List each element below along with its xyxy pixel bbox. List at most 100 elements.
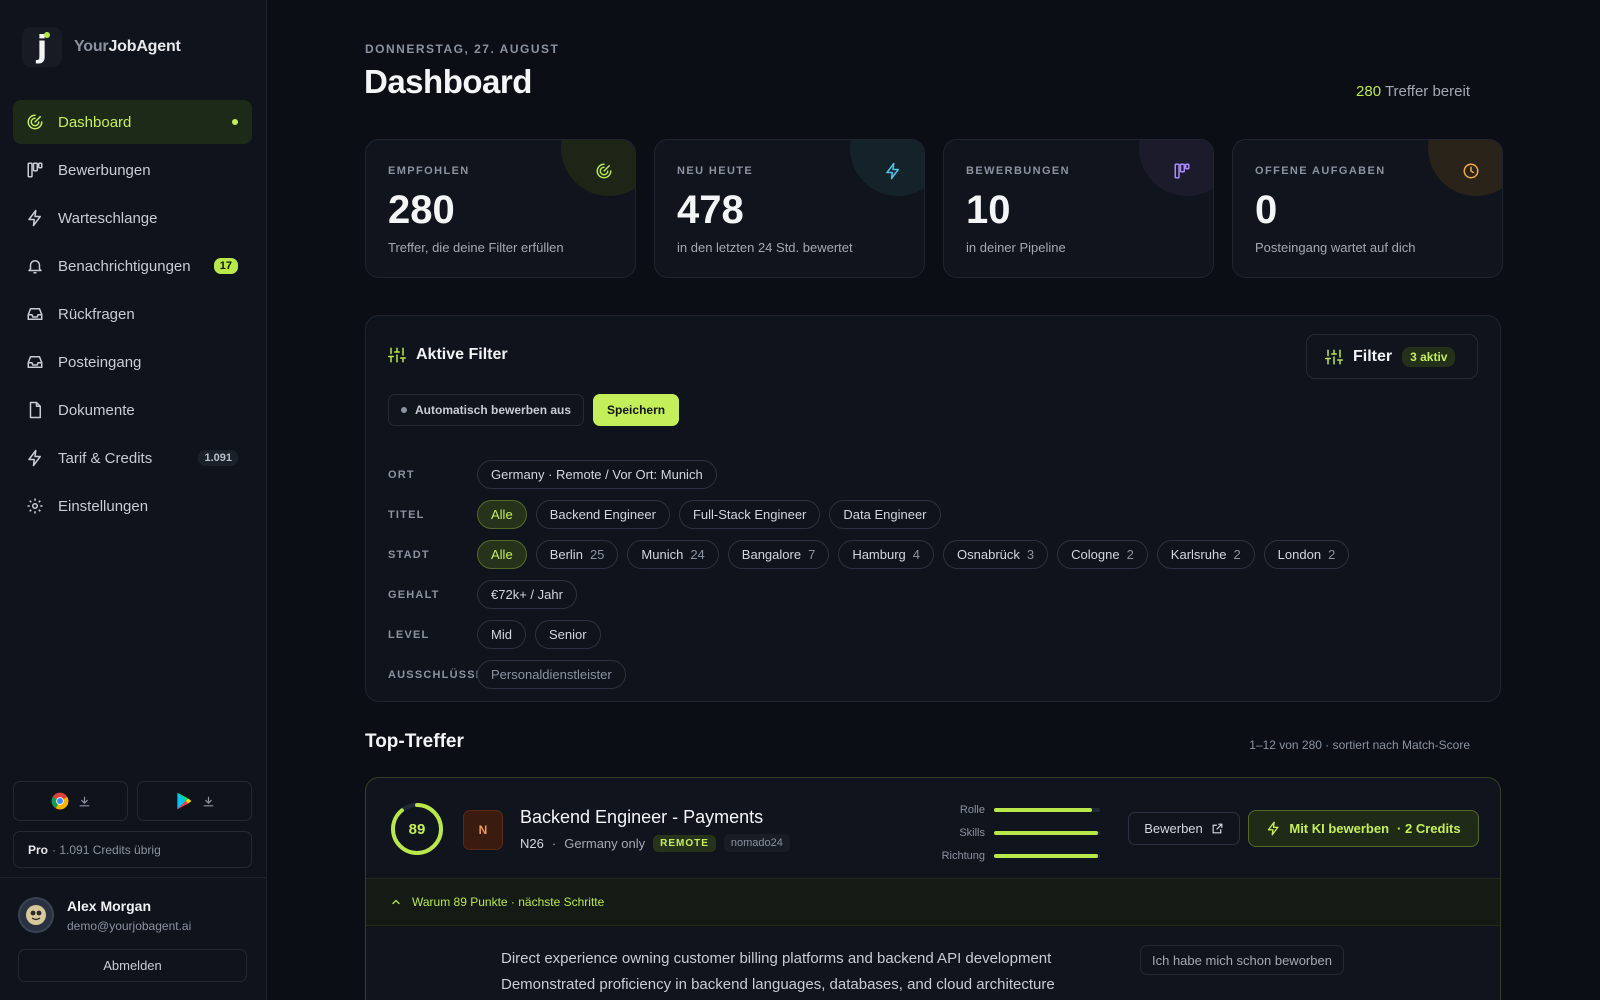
city-chip-munich[interactable]: Munich 24: [627, 540, 719, 569]
filter-chip[interactable]: Germany · Remote / Vor Ort: Munich: [477, 460, 717, 489]
filter-chip[interactable]: Full-Stack Engineer: [678, 500, 821, 529]
save-button[interactable]: Speichern: [593, 394, 680, 426]
city-chip-karlsruhe[interactable]: Karlsruhe 2: [1156, 540, 1255, 569]
sidebar-item-warteschlange[interactable]: Warteschlange: [13, 196, 252, 240]
auto-apply-label: Automatisch bewerben aus: [415, 403, 572, 417]
stat-value: 10: [966, 188, 1011, 232]
filter-chip-all[interactable]: Alle: [477, 500, 527, 529]
sidebar-item-tarif-credits[interactable]: Tarif & Credits 1.091: [13, 436, 252, 480]
sidebar-item-dashboard[interactable]: Dashboard: [13, 100, 252, 144]
sidebar-item-einstellungen[interactable]: Einstellungen: [13, 484, 252, 528]
stat-label: EMPFOHLEN: [388, 165, 470, 177]
sidebar-item-posteingang[interactable]: Posteingang: [13, 340, 252, 384]
stat-label: NEU HEUTE: [677, 165, 754, 177]
sliders-icon: [388, 347, 406, 363]
company-name: N26: [520, 835, 544, 851]
bar-fill: [994, 830, 1098, 835]
city-count: 3: [1026, 547, 1035, 562]
filter-label: TITEL: [388, 508, 425, 521]
bar-track: [994, 807, 1100, 812]
plan-credits-text: · 1.091 Credits übrig: [52, 842, 161, 857]
city-name: Osnabrück: [957, 547, 1020, 562]
city-name: Cologne: [1071, 547, 1120, 562]
sidebar-nav: Dashboard Bewerbungen Warteschlange Bena…: [13, 100, 252, 532]
sidebar-item-rueckfragen[interactable]: Rückfragen: [13, 292, 252, 336]
stat-description: Posteingang wartet auf dich: [1255, 240, 1416, 255]
chrome-extension-download-button[interactable]: [13, 781, 128, 821]
filter-chip[interactable]: Mid: [477, 620, 526, 649]
filter-chip[interactable]: Senior: [534, 620, 601, 649]
plan-credits-summary[interactable]: Pro · 1.091 Credits übrig: [13, 831, 252, 868]
job-title[interactable]: Backend Engineer - Payments: [520, 807, 763, 828]
sidebar-item-label: Warteschlange: [58, 209, 158, 227]
city-chip-hamburg[interactable]: Hamburg 4: [838, 540, 935, 569]
match-bar-rolle: Rolle: [928, 798, 1100, 821]
sidebar-item-bewerbungen[interactable]: Bewerbungen: [13, 148, 252, 192]
city-name: Karlsruhe: [1170, 547, 1227, 562]
download-row: [13, 781, 252, 821]
city-chip-bangalore[interactable]: Bangalore 7: [727, 540, 830, 569]
ai-apply-button[interactable]: Mit KI bewerben · 2 Credits: [1248, 810, 1479, 847]
active-indicator: [232, 119, 238, 125]
stat-card-offene-aufgaben[interactable]: OFFENE AUFGABEN 0 Posteingang wartet auf…: [1232, 139, 1503, 278]
city-chip-london[interactable]: London 2: [1263, 540, 1350, 569]
external-link-icon: [1212, 823, 1223, 834]
stat-value: 280: [388, 188, 455, 232]
chevron-up-icon: [392, 899, 400, 905]
remote-tag: REMOTE: [653, 834, 716, 852]
filter-button[interactable]: Filter 3 aktiv: [1306, 334, 1478, 379]
filter-chip-all[interactable]: Alle: [477, 540, 527, 569]
ready-summary: 280 Treffer bereit: [1356, 83, 1470, 100]
job-card[interactable]: 89 N Backend Engineer - Payments N26 · G…: [365, 777, 1501, 1000]
logout-button[interactable]: Abmelden: [18, 949, 247, 982]
bar-track: [994, 830, 1100, 835]
filter-chip[interactable]: Backend Engineer: [535, 500, 670, 529]
target-icon: [596, 163, 612, 179]
auto-apply-toggle[interactable]: Automatisch bewerben aus: [388, 394, 585, 426]
match-bar-richtung: Richtung: [928, 844, 1100, 867]
job-location: Germany only: [564, 835, 646, 851]
stat-description: in den letzten 24 Std. bewertet: [677, 240, 853, 255]
apply-button[interactable]: Bewerben: [1128, 812, 1240, 845]
gear-icon: [26, 497, 44, 515]
bar-label: Richtung: [941, 849, 985, 862]
city-chip-osnabrueck[interactable]: Osnabrück 3: [943, 540, 1049, 569]
stat-card-neu-heute[interactable]: NEU HEUTE 478 in den letzten 24 Std. bew…: [654, 139, 925, 278]
inbox-icon: [26, 353, 44, 371]
sidebar-item-label: Einstellungen: [58, 497, 149, 515]
city-chip-berlin[interactable]: Berlin 25: [535, 540, 619, 569]
filter-chip[interactable]: Personaldienstleister: [477, 660, 626, 689]
sidebar-item-dokumente[interactable]: Dokumente: [13, 388, 252, 432]
app-logo[interactable]: j YourJobAgent: [22, 27, 181, 67]
source-tag: nomado24: [723, 834, 790, 852]
play-store-download-button[interactable]: [137, 781, 252, 821]
score-explanation-toggle[interactable]: Warum 89 Punkte · nächste Schritte: [366, 878, 1500, 926]
city-count: 25: [589, 547, 605, 562]
ai-apply-label: Mit KI bewerben: [1289, 821, 1390, 836]
stat-card-empfohlen[interactable]: EMPFOHLEN 280 Treffer, die deine Filter …: [365, 139, 636, 278]
main-content: DONNERSTAG, 27. AUGUST Dashboard 280 Tre…: [267, 0, 1600, 1000]
logo-j-icon: j: [22, 27, 62, 67]
bell-icon: [26, 257, 44, 275]
kanban-icon: [1174, 163, 1190, 179]
user-name: Alex Morgan: [67, 897, 152, 914]
google-play-icon: [177, 792, 192, 810]
city-count: 2: [1233, 547, 1241, 562]
notification-count-badge: 17: [213, 258, 238, 274]
filter-chip[interactable]: €72k+ / Jahr: [477, 580, 577, 609]
user-email: demo@yourjobagent.ai: [67, 918, 192, 933]
filters-header: Aktive Filter: [388, 346, 508, 364]
city-count: 7: [808, 547, 816, 562]
active-filters-panel: Aktive Filter Filter 3 aktiv Automatisch…: [365, 315, 1501, 702]
stat-card-bewerbungen[interactable]: BEWERBUNGEN 10 in deiner Pipeline: [943, 139, 1214, 278]
match-reason: Direct experience owning customer billin…: [501, 950, 1052, 967]
bar-track: [994, 853, 1100, 858]
sidebar-item-benachrichtigungen[interactable]: Benachrichtigungen 17: [13, 244, 252, 288]
user-profile[interactable]: Alex Morgan demo@yourjobagent.ai: [18, 897, 191, 933]
filter-chip[interactable]: Data Engineer: [829, 500, 941, 529]
sidebar-item-label: Bewerbungen: [58, 161, 151, 179]
city-chip-cologne[interactable]: Cologne 2: [1057, 540, 1148, 569]
already-applied-button[interactable]: Ich habe mich schon beworben: [1140, 945, 1344, 975]
filter-row-ort: ORT Germany · Remote / Vor Ort: Munich: [388, 460, 717, 489]
city-count: 2: [1328, 547, 1336, 562]
